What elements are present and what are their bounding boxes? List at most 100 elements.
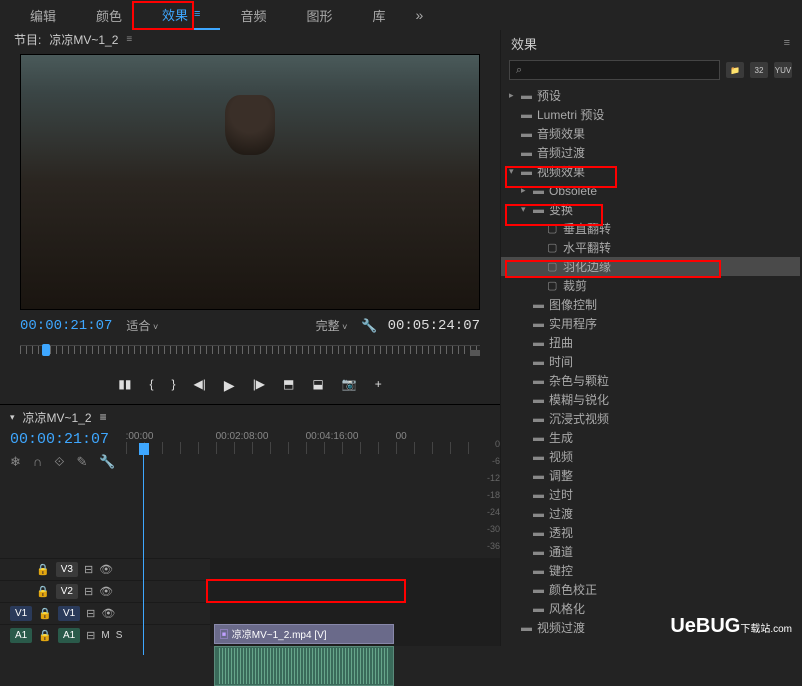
source-track-label[interactable]: V1 <box>10 606 32 621</box>
tab-graphics[interactable]: 图形 <box>286 0 352 30</box>
tree-item-过时[interactable]: ▬过时 <box>501 485 800 504</box>
arrow-icon[interactable]: ▸ <box>521 185 533 196</box>
fx-icon[interactable]: ⊟ <box>84 585 93 598</box>
zoom-dropdown[interactable]: 适合 <box>122 314 162 337</box>
tree-item-杂色与颗粒[interactable]: ▬杂色与颗粒 <box>501 371 800 390</box>
tree-item-扭曲[interactable]: ▬扭曲 <box>501 333 800 352</box>
eye-icon[interactable]: 👁 <box>99 585 113 598</box>
step-forward-button[interactable]: |▶ <box>253 377 265 394</box>
tree-item-时间[interactable]: ▬时间 <box>501 352 800 371</box>
tree-item-沉浸式视频[interactable]: ▬沉浸式视频 <box>501 409 800 428</box>
play-button[interactable]: ▶ <box>224 377 235 394</box>
playhead-icon[interactable] <box>42 344 50 356</box>
lock-icon[interactable]: 🔒 <box>38 607 52 620</box>
marker-button[interactable]: ▮▮ <box>118 377 131 394</box>
overflow-icon[interactable]: » <box>406 7 434 23</box>
tab-effects[interactable]: 效果≡ <box>142 0 220 30</box>
settings-icon[interactable]: 🔧 <box>361 318 377 334</box>
track-label[interactable]: V3 <box>56 562 78 577</box>
tree-item-预设[interactable]: ▸▬预设 <box>501 86 800 105</box>
lift-button[interactable]: ⬒ <box>283 377 294 394</box>
tree-item-变换[interactable]: ▾▬变换 <box>501 200 800 219</box>
tree-item-视频效果[interactable]: ▾▬视频效果 <box>501 162 800 181</box>
eye-icon[interactable]: 👁 <box>99 563 113 576</box>
fx-icon[interactable]: ⊟ <box>86 629 95 642</box>
program-monitor-tab[interactable]: 节目: 凉凉MV~1_2 ≡ <box>0 30 500 48</box>
tree-item-模糊与锐化[interactable]: ▬模糊与锐化 <box>501 390 800 409</box>
tree-item-裁剪[interactable]: ▢裁剪 <box>501 276 800 295</box>
tree-item-图像控制[interactable]: ▬图像控制 <box>501 295 800 314</box>
audio-clip[interactable] <box>214 646 394 686</box>
effects-search-input[interactable]: ⌕ <box>509 60 720 80</box>
lock-icon[interactable]: 🔒 <box>36 585 50 598</box>
track-label[interactable]: A1 <box>58 628 80 643</box>
step-back-button[interactable]: ◀| <box>194 377 206 394</box>
track-label[interactable]: V2 <box>56 584 78 599</box>
in-point-button[interactable]: { <box>150 377 154 394</box>
track-row[interactable]: V1 🔒 V1 ⊟ 👁 <box>0 602 210 624</box>
tree-item-通道[interactable]: ▬通道 <box>501 542 800 561</box>
tree-item-键控[interactable]: ▬键控 <box>501 561 800 580</box>
tree-item-透视[interactable]: ▬透视 <box>501 523 800 542</box>
tree-item-Lumetri 预设[interactable]: ▬Lumetri 预设 <box>501 105 800 124</box>
timeline-content[interactable]: ▣ 凉凉MV~1_2.mp4 [V] <box>210 558 500 646</box>
tree-item-Obsolete[interactable]: ▸▬Obsolete <box>501 181 800 200</box>
tree-label: 扭曲 <box>549 334 573 351</box>
tab-audio[interactable]: 音频 <box>220 0 286 30</box>
current-timecode[interactable]: 00:00:21:07 <box>20 318 112 334</box>
export-frame-button[interactable]: 📷 <box>342 377 357 394</box>
timeline-playhead-icon[interactable] <box>139 443 149 455</box>
marker-icon[interactable]: ⟐ <box>54 454 64 470</box>
panel-menu-icon[interactable]: ≡ <box>784 37 790 49</box>
tab-edit[interactable]: 编辑 <box>10 0 76 30</box>
scrubber[interactable] <box>20 345 480 363</box>
tab-menu-icon[interactable]: ≡ <box>126 34 132 45</box>
out-point-button[interactable]: } <box>172 377 176 394</box>
tab-library[interactable]: 库 <box>353 0 406 30</box>
track-row[interactable]: 🔒 V2 ⊟ 👁 <box>0 580 210 602</box>
tree-item-羽化边缘[interactable]: ▢羽化边缘 <box>501 257 800 276</box>
timeline-tab[interactable]: ▾ 凉凉MV~1_2 ≡ <box>0 405 500 429</box>
quality-dropdown[interactable]: 完整 <box>312 314 352 337</box>
lock-icon[interactable]: 🔒 <box>38 629 52 642</box>
tree-label: 通道 <box>549 543 573 560</box>
badge-32[interactable]: 32 <box>750 62 768 78</box>
link-icon[interactable]: ∩ <box>33 454 42 470</box>
tab-color[interactable]: 颜色 <box>76 0 142 30</box>
tree-item-颜色校正[interactable]: ▬颜色校正 <box>501 580 800 599</box>
fx-icon[interactable]: ⊟ <box>86 607 95 620</box>
pen-icon[interactable]: ✎ <box>77 454 88 470</box>
tree-item-音频过渡[interactable]: ▬音频过渡 <box>501 143 800 162</box>
eye-icon[interactable]: 👁 <box>101 607 115 620</box>
mute-icon[interactable]: M <box>101 630 109 641</box>
tree-item-水平翻转[interactable]: ▢水平翻转 <box>501 238 800 257</box>
add-button[interactable]: + <box>375 377 382 394</box>
fx-icon[interactable]: ⊟ <box>84 563 93 576</box>
arrow-icon[interactable]: ▸ <box>509 90 521 101</box>
new-bin-icon[interactable]: 📁 <box>726 62 744 78</box>
source-track-label[interactable]: A1 <box>10 628 32 643</box>
arrow-icon[interactable]: ▾ <box>521 204 533 215</box>
timeline-timecode[interactable]: 00:00:21:07 <box>10 429 116 448</box>
tree-item-生成[interactable]: ▬生成 <box>501 428 800 447</box>
tree-item-过渡[interactable]: ▬过渡 <box>501 504 800 523</box>
track-label[interactable]: V1 <box>58 606 80 621</box>
time-ruler[interactable]: :00:00 00:02:08:00 00:04:16:00 00 <box>126 429 486 469</box>
arrow-icon[interactable]: ▾ <box>509 166 521 177</box>
tree-item-音频效果[interactable]: ▬音频效果 <box>501 124 800 143</box>
lock-icon[interactable]: 🔒 <box>36 563 50 576</box>
wrench-icon[interactable]: 🔧 <box>99 454 115 470</box>
video-preview[interactable] <box>20 54 480 310</box>
badge-yuv[interactable]: YUV <box>774 62 792 78</box>
tab-menu-icon[interactable]: ≡ <box>100 410 107 424</box>
tree-item-实用程序[interactable]: ▬实用程序 <box>501 314 800 333</box>
video-clip[interactable]: ▣ 凉凉MV~1_2.mp4 [V] <box>214 624 394 644</box>
track-row[interactable]: A1 🔒 A1 ⊟ M S <box>0 624 210 646</box>
snap-icon[interactable]: ❄ <box>10 454 21 470</box>
tree-item-调整[interactable]: ▬调整 <box>501 466 800 485</box>
track-row[interactable]: 🔒 V3 ⊟ 👁 <box>0 558 210 580</box>
tree-item-垂直翻转[interactable]: ▢垂直翻转 <box>501 219 800 238</box>
extract-button[interactable]: ⬓ <box>312 377 323 394</box>
tree-item-视频[interactable]: ▬视频 <box>501 447 800 466</box>
solo-icon[interactable]: S <box>116 630 123 641</box>
